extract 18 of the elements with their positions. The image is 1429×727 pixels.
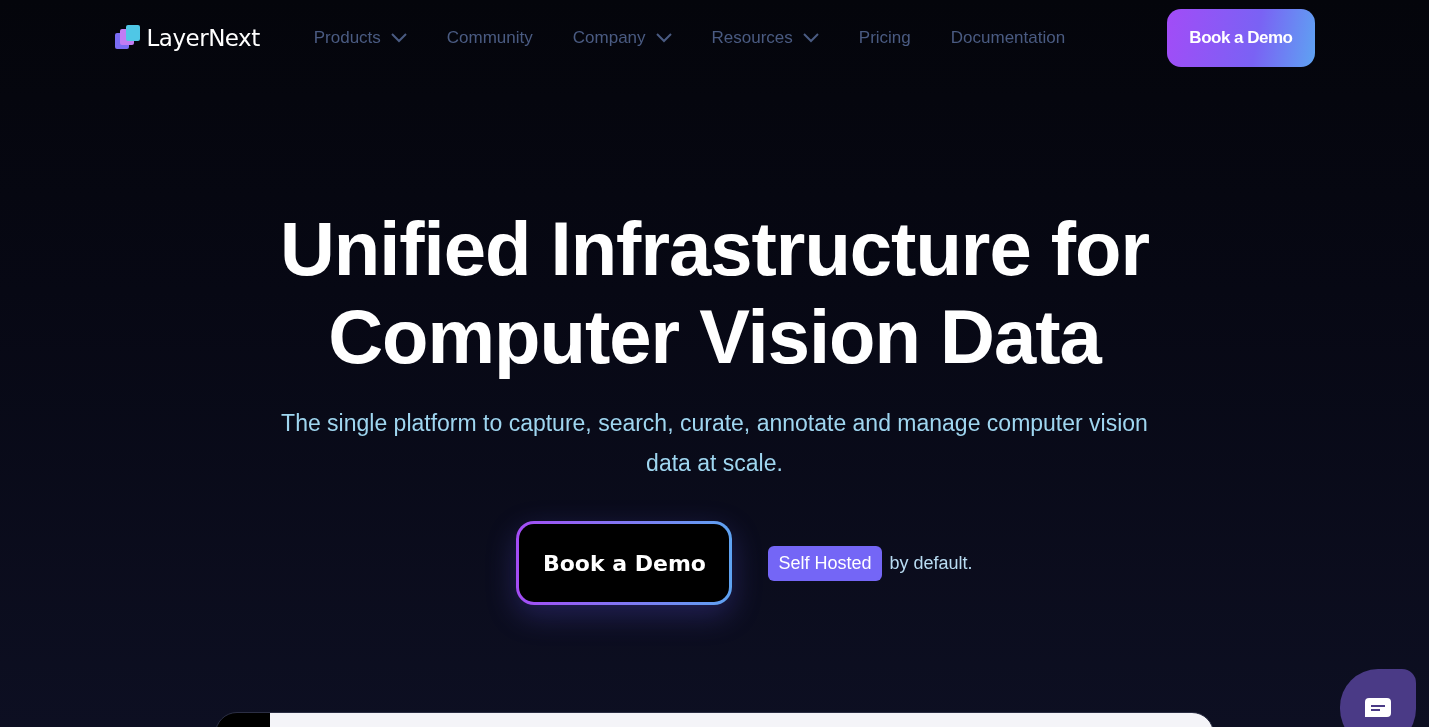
nav-link[interactable]: Community bbox=[446, 27, 533, 48]
logo-icon bbox=[114, 24, 141, 51]
chevron-down-icon bbox=[802, 32, 819, 43]
nav-link[interactable]: Products bbox=[313, 27, 407, 48]
logo-text[interactable]: LayerNext bbox=[146, 24, 260, 51]
chat-button[interactable] bbox=[1340, 669, 1416, 727]
badge-note: by default. bbox=[889, 552, 973, 574]
chevron-down-icon bbox=[655, 32, 672, 43]
hero-title: Unified Infrastructure for Computer Vision Data bbox=[279, 205, 1150, 381]
nav-link[interactable]: Pricing bbox=[858, 27, 911, 48]
chevron-down-icon bbox=[390, 32, 407, 43]
hero-subtitle: The single platform to capture, search, curate, annotate and manage computer vision data at scale. bbox=[280, 409, 1149, 478]
nav-link[interactable]: Resources bbox=[711, 27, 819, 48]
badge: Self Hosted bbox=[768, 545, 882, 581]
book-demo-button[interactable]: Book a Demo bbox=[1167, 8, 1315, 67]
nav-link[interactable]: Company bbox=[572, 27, 672, 48]
chat-icon bbox=[1364, 697, 1392, 719]
nav-link[interactable]: Documentation bbox=[950, 27, 1066, 48]
